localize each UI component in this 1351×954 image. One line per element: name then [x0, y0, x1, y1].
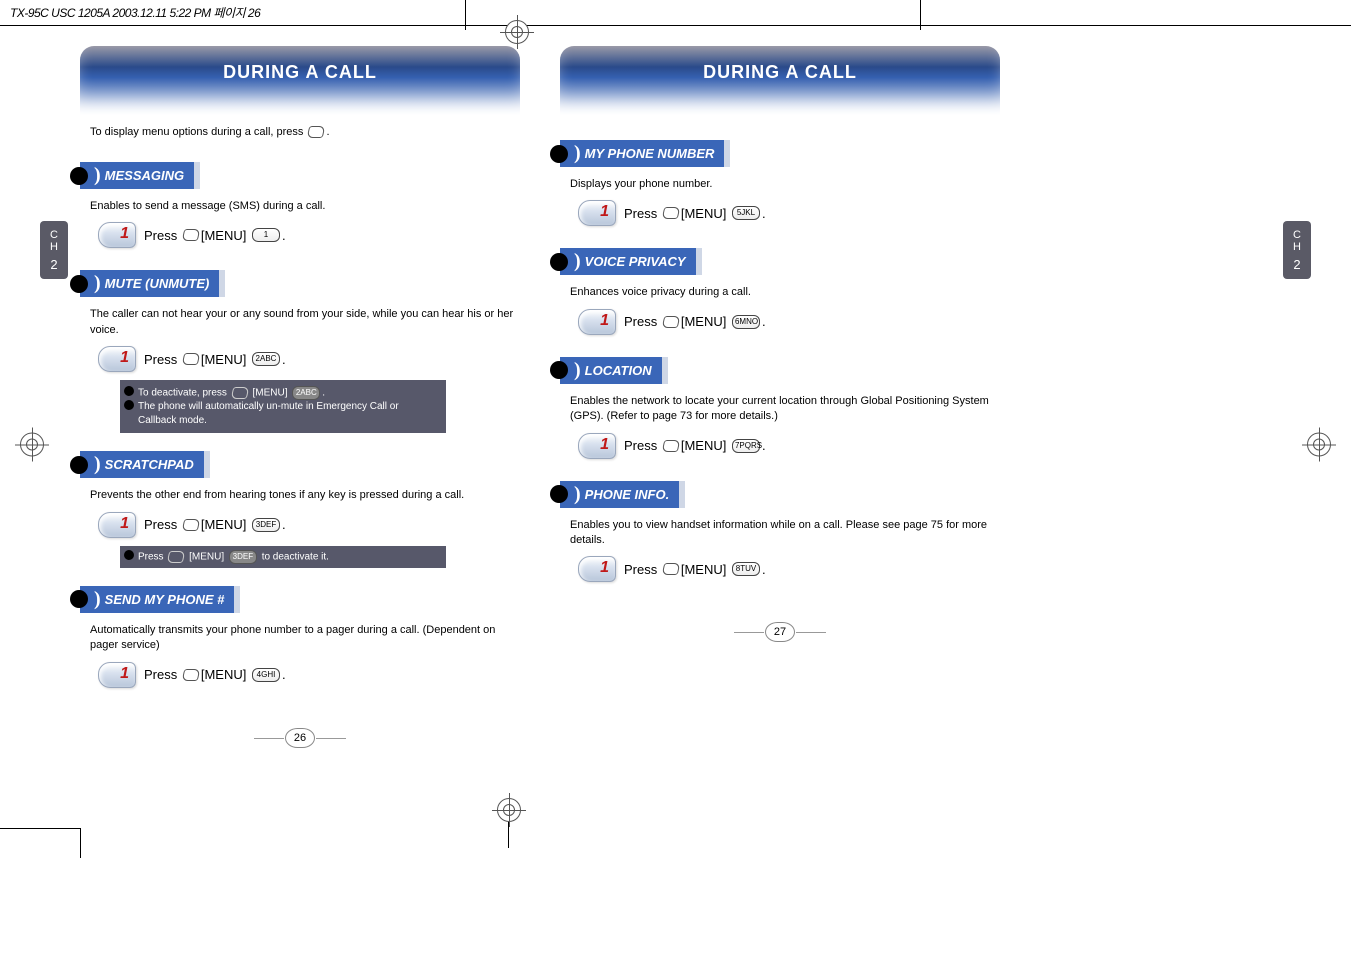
- section-desc: Automatically transmits your phone numbe…: [90, 623, 520, 654]
- section-heading-location: ) LOCATION: [560, 357, 668, 384]
- keypad-key-icon: 6MNO: [732, 315, 760, 329]
- softkey-icon: [167, 551, 186, 563]
- softkey-icon: [230, 387, 249, 399]
- section-desc: Enables you to view handset information …: [570, 518, 1000, 549]
- intro-text: To display menu options during a call, p…: [90, 126, 520, 138]
- section-desc: Enables the network to locate your curre…: [570, 394, 1000, 425]
- step-instruction: Press [MENU] 8TUV.: [578, 556, 1000, 582]
- step-number-icon: [578, 200, 616, 226]
- keypad-key-icon: 8TUV: [732, 562, 760, 576]
- keypad-key-icon: 7PQRS: [732, 439, 760, 453]
- softkey-icon: [307, 126, 326, 138]
- page-number: 27: [560, 622, 1000, 642]
- section-desc: Prevents the other end from hearing tone…: [90, 488, 520, 503]
- section-heading-sendphone: ) SEND MY PHONE #: [80, 586, 240, 613]
- keypad-key-icon: 3DEF: [252, 518, 280, 532]
- keypad-key-icon: 1: [252, 228, 280, 242]
- note-box: To deactivate, press [MENU] 2ABC. The ph…: [120, 380, 446, 433]
- step-number-icon: [98, 512, 136, 538]
- crop-marks-bottom: [0, 798, 1351, 858]
- step-number-icon: [578, 556, 616, 582]
- softkey-icon: [182, 229, 201, 241]
- section-heading-scratchpad: ) SCRATCHPAD: [80, 451, 210, 478]
- page-spread: C H 2 C H 2 DURING A CALL To display men…: [0, 26, 1351, 788]
- step-instruction: Press [MENU] 3DEF.: [98, 512, 520, 538]
- section-heading-myphone: ) MY PHONE NUMBER: [560, 140, 730, 167]
- section-desc: The caller can not hear your or any soun…: [90, 307, 520, 338]
- page-right: DURING A CALL ) MY PHONE NUMBER Displays…: [540, 46, 1020, 748]
- doc-filename: TX-95C USC 1205A 2003.12.11 5:22 PM 페이지 …: [10, 6, 260, 20]
- section-heading-mute: ) MUTE (UNMUTE): [80, 270, 225, 297]
- note-box: Press [MENU] 3DEF to deactivate it.: [120, 546, 446, 568]
- step-number-icon: [578, 433, 616, 459]
- step-instruction: Press [MENU] 6MNO.: [578, 309, 1000, 335]
- keypad-key-icon: 2ABC: [252, 352, 280, 366]
- step-number-icon: [98, 346, 136, 372]
- section-heading-messaging: ) MESSAGING: [80, 162, 200, 189]
- section-heading-phoneinfo: ) PHONE INFO.: [560, 481, 685, 508]
- chapter-tab-right: C H 2: [1283, 221, 1311, 279]
- softkey-icon: [182, 519, 201, 531]
- page-number: 26: [80, 728, 520, 748]
- step-instruction: Press [MENU] 1.: [98, 222, 520, 248]
- section-desc: Displays your phone number.: [570, 177, 1000, 192]
- registration-mark-icon: [497, 798, 521, 822]
- keypad-key-icon: 2ABC: [292, 386, 320, 400]
- page-title: DURING A CALL: [80, 46, 520, 116]
- step-instruction: Press [MENU] 2ABC.: [98, 346, 520, 372]
- step-number-icon: [98, 222, 136, 248]
- page-left: DURING A CALL To display menu options du…: [60, 46, 540, 748]
- step-number-icon: [578, 309, 616, 335]
- page-title: DURING A CALL: [560, 46, 1000, 116]
- softkey-icon: [662, 207, 681, 219]
- keypad-key-icon: 3DEF: [229, 550, 257, 564]
- softkey-icon: [662, 563, 681, 575]
- step-number-icon: [98, 662, 136, 688]
- keypad-key-icon: 5JKL: [732, 206, 760, 220]
- registration-mark-icon: [20, 433, 44, 457]
- keypad-key-icon: 4GHI: [252, 668, 280, 682]
- softkey-icon: [182, 669, 201, 681]
- section-heading-voiceprivacy: ) VOICE PRIVACY: [560, 248, 702, 275]
- registration-mark-icon: [1307, 433, 1331, 457]
- softkey-icon: [662, 440, 681, 452]
- document-source-header: TX-95C USC 1205A 2003.12.11 5:22 PM 페이지 …: [0, 0, 1351, 26]
- softkey-icon: [182, 353, 201, 365]
- step-instruction: Press [MENU] 7PQRS.: [578, 433, 1000, 459]
- section-desc: Enables to send a message (SMS) during a…: [90, 199, 520, 214]
- section-desc: Enhances voice privacy during a call.: [570, 285, 1000, 300]
- step-instruction: Press [MENU] 5JKL.: [578, 200, 1000, 226]
- softkey-icon: [662, 316, 681, 328]
- step-instruction: Press [MENU] 4GHI.: [98, 662, 520, 688]
